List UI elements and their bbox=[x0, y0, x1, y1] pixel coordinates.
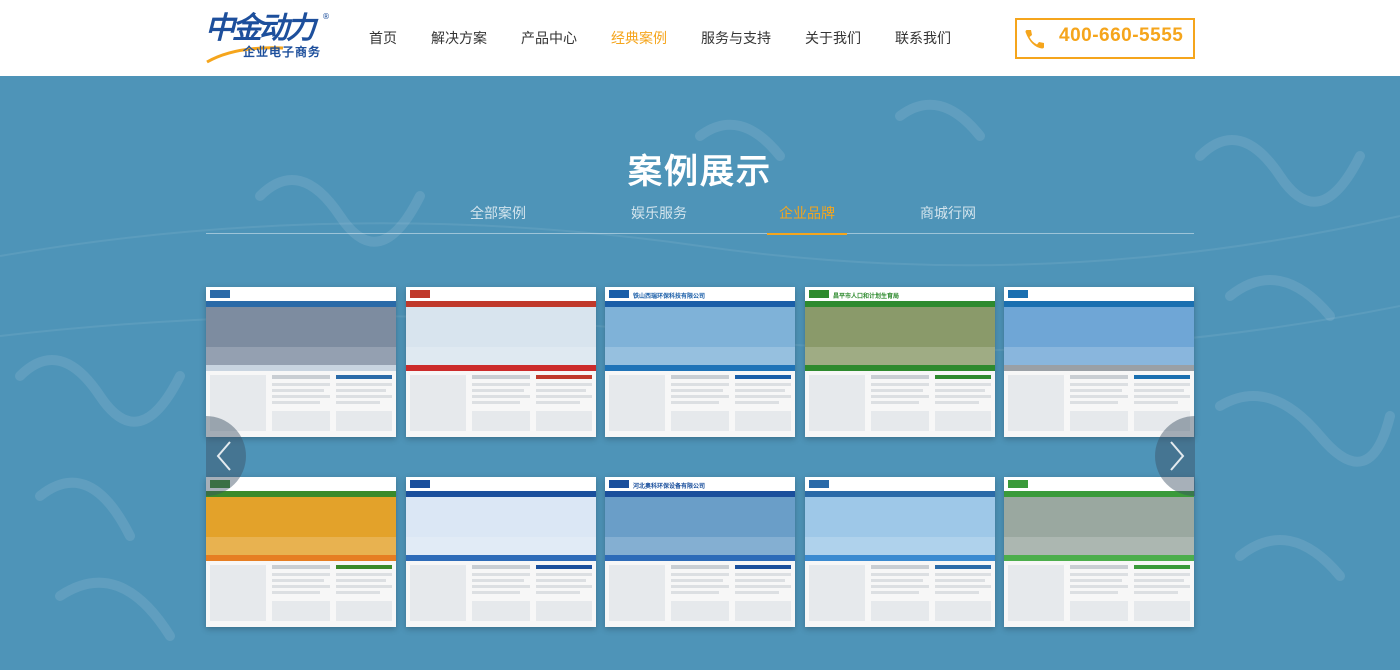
case-card-label: 河北奥科环保设备有限公司 bbox=[633, 483, 706, 490]
nav-item-products[interactable]: 产品中心 bbox=[504, 0, 594, 76]
case-grid: 铁山西瑞环保科技有限公司 昌平市人口和计划生育局河北奥科环保设备有限公司 bbox=[206, 287, 1194, 627]
nav-item-cases[interactable]: 经典案例 bbox=[594, 0, 684, 76]
case-thumbnail bbox=[605, 477, 795, 627]
nav-item-about[interactable]: 关于我们 bbox=[788, 0, 878, 76]
nav-item-contact[interactable]: 联系我们 bbox=[878, 0, 968, 76]
nav-item-support[interactable]: 服务与支持 bbox=[684, 0, 788, 76]
main-nav: 首页 解决方案 产品中心 经典案例 服务与支持 关于我们 联系我们 bbox=[352, 0, 968, 76]
case-card[interactable] bbox=[406, 477, 596, 627]
logo-registered-mark: ® bbox=[322, 12, 330, 21]
case-card-label: 昌平市人口和计划生育局 bbox=[833, 293, 900, 300]
case-card-label: 铁山西瑞环保科技有限公司 bbox=[633, 293, 706, 300]
case-card[interactable] bbox=[1004, 477, 1194, 627]
case-showcase-section: 案例展示 全部案例 娱乐服务 企业品牌 商城行网 铁山西瑞环保科技有限公司 昌平市… bbox=[0, 76, 1400, 670]
phone-number: 400-660-5555 bbox=[1059, 25, 1184, 46]
case-card[interactable]: 昌平市人口和计划生育局 bbox=[805, 287, 995, 437]
case-card[interactable]: 铁山西瑞环保科技有限公司 bbox=[605, 287, 795, 437]
case-thumbnail bbox=[805, 477, 995, 627]
case-card[interactable] bbox=[1004, 287, 1194, 437]
case-thumbnail bbox=[206, 477, 396, 627]
case-thumbnail bbox=[1004, 287, 1194, 437]
phone-icon bbox=[1025, 30, 1044, 49]
logo[interactable]: 中金动力 ® 企业电子商务 bbox=[205, 12, 330, 66]
tab-all-cases[interactable]: 全部案例 bbox=[454, 203, 542, 233]
site-header: 中金动力 ® 企业电子商务 首页 解决方案 产品中心 经典案例 服务与支持 关于… bbox=[0, 0, 1400, 76]
case-card[interactable] bbox=[206, 287, 396, 437]
case-card[interactable]: 河北奥科环保设备有限公司 bbox=[605, 477, 795, 627]
case-card[interactable] bbox=[206, 477, 396, 627]
case-card[interactable] bbox=[805, 477, 995, 627]
logo-title: 中金动力 bbox=[205, 11, 316, 46]
chevron-right-icon bbox=[1170, 441, 1185, 471]
section-title: 案例展示 bbox=[628, 153, 772, 191]
phone-box[interactable]: 400-660-5555 bbox=[1015, 18, 1195, 59]
case-thumbnail bbox=[1004, 477, 1194, 627]
tab-mall-network[interactable]: 商城行网 bbox=[906, 203, 990, 233]
nav-item-home[interactable]: 首页 bbox=[352, 0, 414, 76]
tab-entertainment[interactable]: 娱乐服务 bbox=[604, 203, 714, 233]
case-thumbnail bbox=[605, 287, 795, 437]
case-category-tabs: 全部案例 娱乐服务 企业品牌 商城行网 bbox=[206, 198, 1194, 235]
case-thumbnail bbox=[406, 477, 596, 627]
case-thumbnail bbox=[206, 287, 396, 437]
nav-item-solutions[interactable]: 解决方案 bbox=[414, 0, 504, 76]
tab-corporate-brand[interactable]: 企业品牌 bbox=[767, 203, 847, 235]
logo-subtitle: 企业电子商务 bbox=[243, 45, 322, 59]
case-thumbnail bbox=[805, 287, 995, 437]
case-card[interactable] bbox=[406, 287, 596, 437]
case-thumbnail bbox=[406, 287, 596, 437]
chevron-left-icon bbox=[216, 441, 231, 471]
